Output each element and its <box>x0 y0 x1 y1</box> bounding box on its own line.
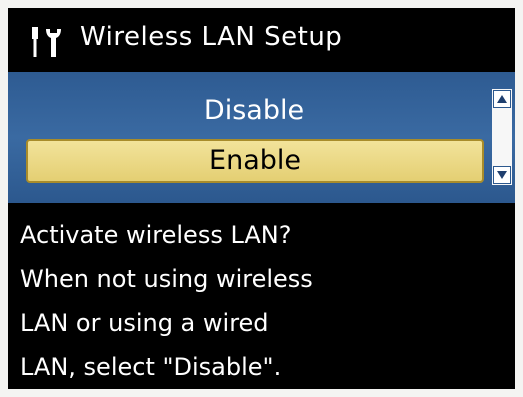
message-line: LAN, select "Disable". <box>20 353 282 381</box>
screen-title: Wireless LAN Setup <box>80 22 343 52</box>
message-line: Activate wireless LAN? <box>20 221 292 249</box>
help-message: Activate wireless LAN? When not using wi… <box>20 213 510 389</box>
arrow-down-icon <box>497 171 507 179</box>
message-line: When not using wireless <box>20 265 313 293</box>
message-line: LAN or using a wired <box>20 309 269 337</box>
option-list: Disable Enable <box>8 72 515 203</box>
scrollbar[interactable] <box>492 89 512 185</box>
option-enable[interactable]: Enable <box>26 139 484 183</box>
wrench-screwdriver-icon <box>28 25 66 59</box>
scroll-up-button[interactable] <box>493 90 511 108</box>
printer-lcd-screen: Wireless LAN Setup Disable Enable Activa… <box>8 8 515 389</box>
option-disable[interactable]: Disable <box>24 89 484 133</box>
arrow-up-icon <box>497 95 507 103</box>
title-bar: Wireless LAN Setup <box>8 8 515 70</box>
scroll-down-button[interactable] <box>493 166 511 184</box>
